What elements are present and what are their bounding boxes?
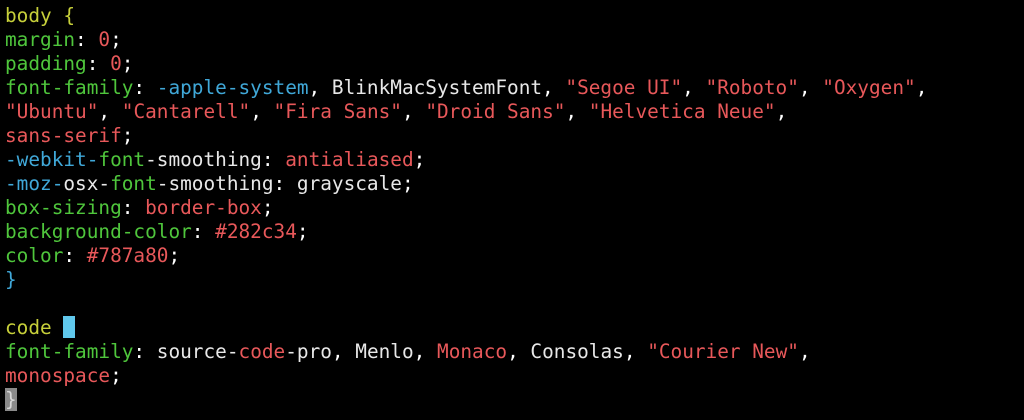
code-token: "Oxygen" bbox=[822, 76, 916, 99]
code-token: border-box bbox=[145, 196, 262, 219]
code-token: : bbox=[191, 220, 216, 243]
code-line-8[interactable]: -moz-osx-font-smoothing: grayscale; bbox=[5, 172, 1024, 196]
code-token: "Ubuntu" bbox=[5, 100, 99, 123]
code-token: Menlo bbox=[355, 340, 414, 363]
code-token: ; bbox=[110, 28, 122, 51]
code-token: "Cantarell" bbox=[121, 100, 251, 123]
code-token: BlinkMacSystemFont bbox=[331, 76, 543, 99]
code-token: , bbox=[798, 76, 823, 99]
code-token: code bbox=[238, 340, 286, 363]
code-token: } bbox=[5, 388, 17, 411]
code-token: ; bbox=[121, 124, 134, 147]
code-token: : bbox=[133, 76, 157, 99]
code-token: "Segoe UI" bbox=[565, 76, 683, 99]
code-token: "Courier New" bbox=[647, 340, 799, 363]
code-token: -pro bbox=[285, 340, 332, 363]
code-token: , bbox=[565, 100, 589, 123]
code-line-11[interactable]: color: #787a80; bbox=[5, 244, 1024, 268]
code-token: "Fira Sans" bbox=[273, 100, 402, 123]
code-token: : bbox=[273, 172, 297, 195]
code-line-13[interactable] bbox=[5, 292, 1024, 316]
code-token: -smoothing bbox=[156, 172, 274, 195]
code-token: , bbox=[413, 340, 438, 363]
code-line-4[interactable]: font-family: -apple-system, BlinkMacSyst… bbox=[5, 76, 1024, 100]
code-token: , bbox=[798, 340, 811, 363]
code-token: font-family bbox=[5, 76, 134, 99]
code-token: : bbox=[75, 28, 99, 51]
code-token: , bbox=[250, 100, 274, 123]
code-token: antialiased bbox=[285, 148, 414, 171]
code-token: , bbox=[507, 340, 531, 363]
code-token: : bbox=[121, 196, 146, 219]
code-token: , bbox=[98, 100, 122, 123]
code-line-12[interactable]: } bbox=[5, 268, 1024, 292]
code-line-2[interactable]: margin: 0; bbox=[5, 28, 1024, 52]
code-token: code bbox=[5, 316, 64, 339]
code-token: , bbox=[331, 340, 356, 363]
code-line-3[interactable]: padding: 0; bbox=[5, 52, 1024, 76]
code-token: osx- bbox=[63, 172, 111, 195]
code-token: ; bbox=[121, 52, 134, 75]
code-token: monospace bbox=[5, 364, 111, 387]
code-token: "Helvetica Neue" bbox=[588, 100, 776, 123]
code-token: ; bbox=[296, 220, 309, 243]
code-token: : bbox=[86, 52, 111, 75]
code-token: , bbox=[308, 76, 332, 99]
code-token: font bbox=[110, 172, 157, 195]
code-token: , bbox=[401, 100, 426, 123]
text-cursor bbox=[63, 316, 76, 338]
code-token: -webkit- bbox=[5, 148, 99, 171]
code-token: -moz- bbox=[5, 172, 64, 195]
code-token: , bbox=[682, 76, 706, 99]
code-token: , bbox=[623, 340, 648, 363]
code-token: 0 bbox=[110, 52, 122, 75]
code-token: sans-serif bbox=[5, 124, 122, 147]
code-token: ; bbox=[168, 244, 181, 267]
code-token: margin bbox=[5, 28, 76, 51]
code-token: , bbox=[775, 100, 788, 123]
code-token: ; bbox=[261, 196, 274, 219]
code-token: : bbox=[63, 244, 87, 267]
code-token: color bbox=[5, 244, 64, 267]
code-line-5[interactable]: "Ubuntu", "Cantarell", "Fira Sans", "Dro… bbox=[5, 100, 1024, 124]
code-token: ; bbox=[413, 148, 426, 171]
code-token: grayscale bbox=[296, 172, 402, 195]
code-token: -smoothing bbox=[145, 148, 262, 171]
code-token: "Roboto" bbox=[705, 76, 799, 99]
code-line-14[interactable]: code bbox=[5, 316, 1024, 340]
code-token: "Droid Sans" bbox=[425, 100, 566, 123]
code-token: ; bbox=[401, 172, 414, 195]
code-line-7[interactable]: -webkit-font-smoothing: antialiased; bbox=[5, 148, 1024, 172]
code-token: ; bbox=[110, 364, 122, 387]
code-line-17[interactable]: } bbox=[5, 388, 1024, 412]
code-token: #787a80 bbox=[86, 244, 169, 267]
code-token: } bbox=[5, 268, 17, 291]
code-token: -apple-system bbox=[156, 76, 309, 99]
code-token: source- bbox=[156, 340, 239, 363]
code-token: box-sizing bbox=[5, 196, 122, 219]
code-token: #282c34 bbox=[215, 220, 297, 243]
code-token: : bbox=[261, 148, 286, 171]
code-token: padding bbox=[5, 52, 87, 75]
code-line-9[interactable]: box-sizing: border-box; bbox=[5, 196, 1024, 220]
code-token: , bbox=[542, 76, 566, 99]
code-line-6[interactable]: sans-serif; bbox=[5, 124, 1024, 148]
code-token: , bbox=[915, 76, 928, 99]
code-token: font-family bbox=[5, 340, 134, 363]
code-line-1[interactable]: body { bbox=[5, 4, 1024, 28]
code-line-10[interactable]: background-color: #282c34; bbox=[5, 220, 1024, 244]
code-token: 0 bbox=[98, 28, 111, 51]
code-token: body { bbox=[5, 4, 76, 27]
code-line-15[interactable]: font-family: source-code-pro, Menlo, Mon… bbox=[5, 340, 1024, 364]
code-editor[interactable]: body {margin: 0; padding: 0; font-family: … bbox=[0, 0, 1024, 420]
code-token: : bbox=[133, 340, 157, 363]
code-token: Consolas bbox=[530, 340, 624, 363]
code-token: font bbox=[98, 148, 146, 171]
code-token: Monaco bbox=[437, 340, 508, 363]
code-token: background-color bbox=[5, 220, 192, 243]
code-line-16[interactable]: monospace; bbox=[5, 364, 1024, 388]
